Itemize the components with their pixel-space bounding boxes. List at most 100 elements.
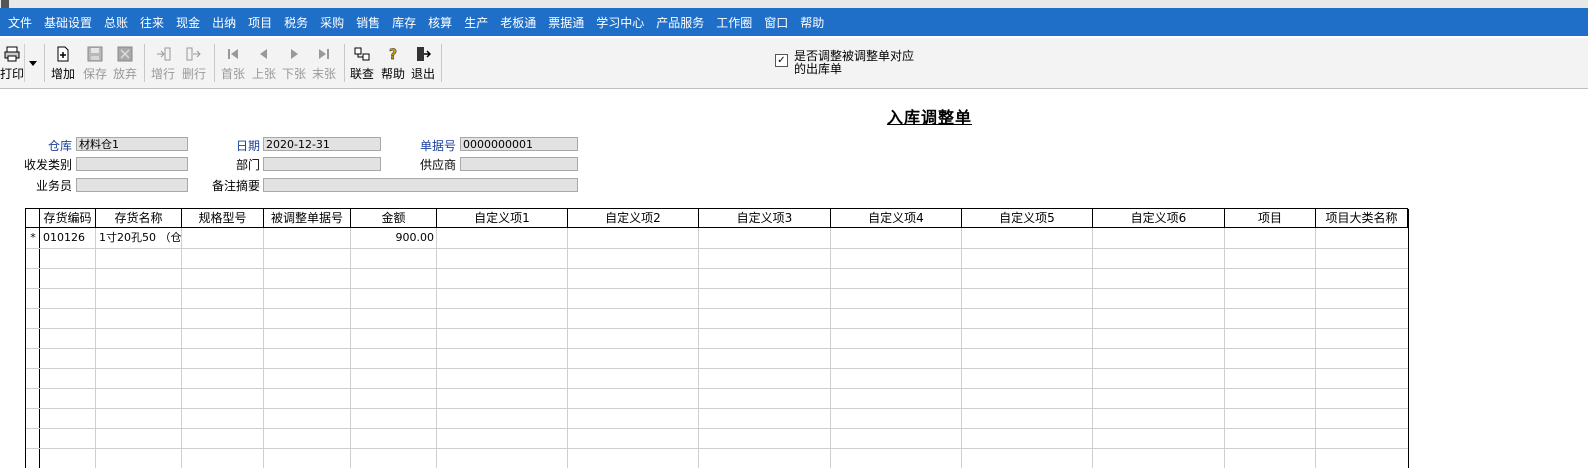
app-window: 文件 基础设置 总账 往来 现金 出纳 项目 税务 采购 销售 库存 核算 生产… xyxy=(0,0,1588,468)
save-button[interactable]: 保存 xyxy=(81,44,109,82)
discard-icon xyxy=(117,46,133,62)
remark-label: 备注摘要 xyxy=(211,179,260,193)
date-label: 日期 xyxy=(235,139,260,153)
cell-ref-doc[interactable] xyxy=(264,228,351,248)
grid-row-line xyxy=(26,308,1408,309)
menu-cashier[interactable]: 出纳 xyxy=(212,14,236,31)
next-page-icon xyxy=(291,49,298,59)
column-header-custom6[interactable]: 自定义项6 xyxy=(1093,209,1225,228)
menu-learning[interactable]: 学习中心 xyxy=(596,14,644,31)
delete-row-button[interactable]: 删行 xyxy=(180,44,208,82)
next-button[interactable]: 下张 xyxy=(280,44,308,82)
delete-row-label: 删行 xyxy=(181,67,206,81)
column-header-custom1[interactable]: 自定义项1 xyxy=(437,209,568,228)
date-field[interactable]: 2020-12-31 xyxy=(263,137,381,151)
menu-inventory[interactable]: 库存 xyxy=(392,14,416,31)
clerk-field[interactable] xyxy=(76,178,188,192)
remark-field[interactable] xyxy=(263,178,578,192)
docno-field[interactable]: 0000000001 xyxy=(460,137,578,151)
grid-right-border xyxy=(1408,209,1409,468)
menu-boss[interactable]: 老板通 xyxy=(500,14,536,31)
discard-label: 放弃 xyxy=(112,67,137,81)
grid-corner xyxy=(26,209,40,228)
column-header-name[interactable]: 存货名称 xyxy=(96,209,182,228)
clerk-label: 业务员 xyxy=(35,179,72,193)
exit-button[interactable]: 退出 xyxy=(409,44,437,82)
prev-button[interactable]: 上张 xyxy=(250,44,278,82)
adjust-outbound-label: 是否调整被调整单对应的出库单 xyxy=(794,49,915,76)
menu-cash[interactable]: 现金 xyxy=(176,14,200,31)
column-header-spec[interactable]: 规格型号 xyxy=(182,209,264,228)
last-label: 末张 xyxy=(311,67,336,81)
form-title: 入库调整单 xyxy=(887,108,973,127)
save-label: 保存 xyxy=(82,67,107,81)
cell-amount[interactable]: 900.00 xyxy=(351,228,437,248)
app-icon xyxy=(1,0,9,8)
column-header-ref-doc[interactable]: 被调整单据号 xyxy=(264,209,351,228)
help-button[interactable]: ? 帮助 xyxy=(379,44,407,82)
help-label: 帮助 xyxy=(380,67,405,81)
dept-field[interactable] xyxy=(263,157,381,171)
linked-query-icon xyxy=(354,47,370,61)
dept-label: 部门 xyxy=(235,158,260,172)
column-header-custom3[interactable]: 自定义项3 xyxy=(699,209,831,228)
menu-basic-settings[interactable]: 基础设置 xyxy=(44,14,92,31)
category-field[interactable] xyxy=(76,157,188,171)
menu-window[interactable]: 窗口 xyxy=(764,14,788,31)
add-label: 增加 xyxy=(50,67,75,81)
first-button[interactable]: 首张 xyxy=(219,44,247,82)
print-button[interactable]: 打印 xyxy=(0,44,24,82)
exit-label: 退出 xyxy=(410,67,435,81)
column-header-custom2[interactable]: 自定义项2 xyxy=(568,209,699,228)
column-header-custom4[interactable]: 自定义项4 xyxy=(831,209,962,228)
grid-row-line xyxy=(26,248,1408,249)
prev-page-icon xyxy=(260,49,267,59)
column-header-code[interactable]: 存货编码 xyxy=(40,209,96,228)
adjust-outbound-option[interactable]: ✓ 是否调整被调整单对应的出库单 xyxy=(775,50,924,76)
menu-receivables[interactable]: 往来 xyxy=(140,14,164,31)
column-header-project-category[interactable]: 项目大类名称 xyxy=(1316,209,1408,228)
column-header-amount[interactable]: 金额 xyxy=(351,209,437,228)
menu-general-ledger[interactable]: 总账 xyxy=(104,14,128,31)
menu-bar: 文件 基础设置 总账 往来 现金 出纳 项目 税务 采购 销售 库存 核算 生产… xyxy=(0,8,1588,36)
menu-invoices[interactable]: 票据通 xyxy=(548,14,584,31)
menu-product-service[interactable]: 产品服务 xyxy=(656,14,704,31)
menu-production[interactable]: 生产 xyxy=(464,14,488,31)
toolbar-separator xyxy=(441,44,442,82)
menu-file[interactable]: 文件 xyxy=(8,14,32,31)
chevron-down-icon xyxy=(29,60,37,66)
docno-label: 单据号 xyxy=(419,139,456,153)
add-row-icon xyxy=(157,47,171,61)
add-row-button[interactable]: 增行 xyxy=(149,44,177,82)
menu-project[interactable]: 项目 xyxy=(248,14,272,31)
cell-code[interactable]: 010126 xyxy=(40,228,96,248)
grid-row-line xyxy=(26,408,1408,409)
grid-row-line xyxy=(26,448,1408,449)
menu-tax[interactable]: 税务 xyxy=(284,14,308,31)
last-page-icon xyxy=(319,49,329,59)
menu-costing[interactable]: 核算 xyxy=(428,14,452,31)
print-dropdown-button[interactable] xyxy=(24,44,41,82)
help-icon: ? xyxy=(389,47,398,62)
menu-workgroup[interactable]: 工作圈 xyxy=(716,14,752,31)
add-button[interactable]: 增加 xyxy=(49,44,77,82)
cell-name[interactable]: 1寸20孔50 （仓 xyxy=(96,228,182,248)
menu-help[interactable]: 帮助 xyxy=(800,14,824,31)
warehouse-field[interactable]: 材料仓1 xyxy=(76,137,188,151)
grid-row-line xyxy=(26,428,1408,429)
toolbar-separator xyxy=(144,44,145,82)
column-header-project[interactable]: 项目 xyxy=(1225,209,1316,228)
menu-purchase[interactable]: 采购 xyxy=(320,14,344,31)
supplier-field[interactable] xyxy=(460,157,578,171)
add-row-label: 增行 xyxy=(150,67,175,81)
column-header-custom5[interactable]: 自定义项5 xyxy=(962,209,1093,228)
exit-icon xyxy=(417,47,431,61)
linked-query-button[interactable]: 联查 xyxy=(348,44,376,82)
adjust-outbound-checkbox[interactable]: ✓ xyxy=(775,54,788,67)
grid-row-line xyxy=(26,268,1408,269)
menu-sales[interactable]: 销售 xyxy=(356,14,380,31)
cell-spec[interactable] xyxy=(182,228,264,248)
grid-row-line xyxy=(26,288,1408,289)
last-button[interactable]: 末张 xyxy=(310,44,338,82)
discard-button[interactable]: 放弃 xyxy=(111,44,139,82)
